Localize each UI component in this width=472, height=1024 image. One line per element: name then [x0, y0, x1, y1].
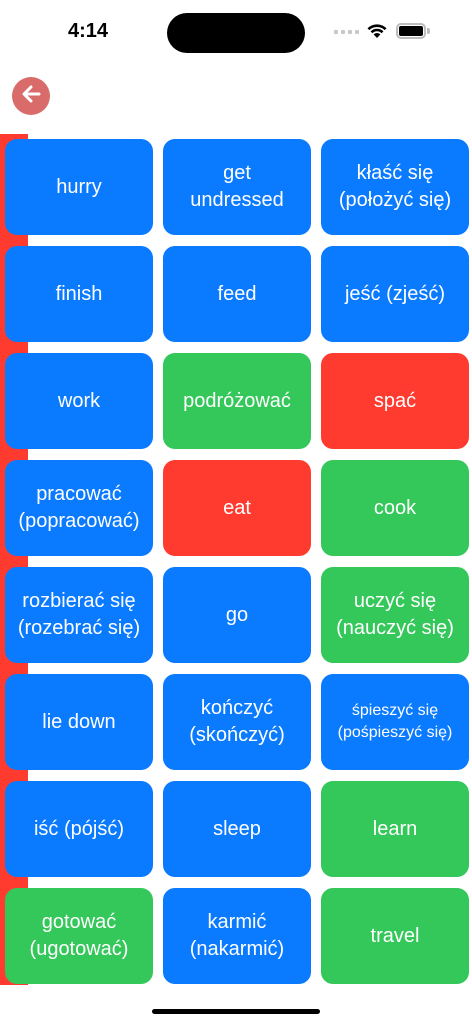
word-tile[interactable]: śpieszyć się (pośpieszyć się): [321, 674, 469, 770]
word-tile[interactable]: finish: [5, 246, 153, 342]
word-tile[interactable]: cook: [321, 460, 469, 556]
word-tile[interactable]: lie down: [5, 674, 153, 770]
word-tile[interactable]: karmić (nakarmić): [163, 888, 311, 984]
status-time: 4:14: [68, 20, 109, 42]
word-tile[interactable]: learn: [321, 781, 469, 877]
word-tile[interactable]: jeść (zjeść): [321, 246, 469, 342]
word-tile[interactable]: gotować (ugotować): [5, 888, 153, 984]
word-tile[interactable]: hurry: [5, 139, 153, 235]
word-tile[interactable]: eat: [163, 460, 311, 556]
word-tile[interactable]: work: [5, 353, 153, 449]
word-tile[interactable]: uczyć się (nauczyć się): [321, 567, 469, 663]
word-grid: hurry get undressed kłaść się (położyć się…: [5, 139, 469, 984]
dynamic-island: [167, 13, 305, 53]
word-tile[interactable]: sleep: [163, 781, 311, 877]
arrow-left-icon: [19, 82, 43, 111]
word-tile[interactable]: travel: [321, 888, 469, 984]
status-bar: 4:14: [0, 0, 472, 64]
word-tile[interactable]: kończyć (skończyć): [163, 674, 311, 770]
word-tile[interactable]: kłaść się (położyć się): [321, 139, 469, 235]
word-tile[interactable]: pracować (popracować): [5, 460, 153, 556]
wifi-icon: [366, 22, 388, 44]
cellular-signal-icon: [334, 30, 359, 34]
word-tile[interactable]: rozbierać się (rozebrać się): [5, 567, 153, 663]
word-tile[interactable]: feed: [163, 246, 311, 342]
word-tile[interactable]: podróżować: [163, 353, 311, 449]
word-tile[interactable]: get undressed: [163, 139, 311, 235]
back-button[interactable]: [12, 77, 50, 115]
word-tile[interactable]: spać: [321, 353, 469, 449]
battery-tip: [427, 28, 430, 34]
word-tile[interactable]: go: [163, 567, 311, 663]
home-indicator[interactable]: [152, 1009, 320, 1014]
word-tile[interactable]: iść (pójść): [5, 781, 153, 877]
battery-icon: [396, 23, 426, 39]
